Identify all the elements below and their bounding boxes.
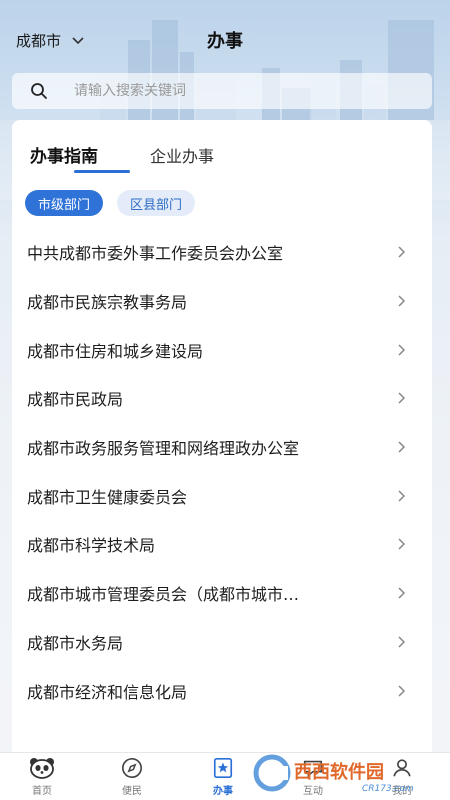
chevron-right-icon: [398, 538, 406, 550]
watermark-logo: 西西软件园 CR173.com: [253, 754, 414, 794]
chevron-right-icon: [398, 636, 406, 648]
list-item[interactable]: 成都市政务服务管理和网络理政办公室: [12, 423, 432, 472]
list-item-label: 成都市水务局: [27, 633, 124, 653]
list-item-label: 成都市民政局: [27, 390, 124, 410]
content-card: 办事指南 企业办事 市级部门 区县部门 中共成都市委外事工作委员会办公室 成都市…: [12, 120, 432, 760]
compass-icon: [122, 758, 142, 778]
department-filter: 市级部门 区县部门: [25, 190, 196, 216]
list-item[interactable]: 成都市水务局: [12, 618, 432, 667]
list-item[interactable]: 成都市城市管理委员会（成都市城市…: [12, 569, 432, 618]
list-item[interactable]: 成都市卫生健康委员会: [12, 471, 432, 520]
search-bar[interactable]: [12, 73, 432, 109]
list-item[interactable]: 成都市经济和信息化局: [12, 666, 432, 715]
chip-district-level[interactable]: 区县部门: [117, 190, 196, 216]
tab-label: 办事: [213, 786, 233, 797]
tab-label: 便民: [122, 786, 142, 797]
tab-services[interactable]: 办事: [193, 757, 253, 797]
chevron-right-icon: [398, 295, 406, 307]
header: 成都市 办事: [0, 0, 450, 72]
tab-bar: 办事指南 企业办事: [12, 120, 432, 176]
active-tab-indicator: [74, 170, 130, 173]
list-item-label: 成都市民族宗教事务局: [27, 293, 188, 313]
chevron-right-icon: [398, 685, 406, 697]
chevron-right-icon: [398, 587, 406, 599]
page-title: 办事: [207, 31, 243, 52]
tab-service-guide[interactable]: 办事指南: [30, 142, 98, 167]
tab-home[interactable]: 首页: [12, 757, 72, 797]
panda-icon: [30, 758, 54, 779]
list-item-label: 成都市卫生健康委员会: [27, 487, 188, 507]
list-item[interactable]: 成都市民族宗教事务局: [12, 277, 432, 326]
list-item-label: 成都市城市管理委员会（成都市城市…: [27, 585, 300, 605]
chevron-right-icon: [398, 246, 406, 258]
list-item[interactable]: 成都市住房和城乡建设局: [12, 325, 432, 374]
watermark-brand: 西西软件园: [294, 761, 384, 783]
tab-convenience[interactable]: 便民: [102, 757, 162, 797]
list-item-label: 中共成都市委外事工作委员会办公室: [27, 244, 284, 264]
watermark-site: CR173.com: [362, 784, 414, 794]
list-item-label: 成都市经济和信息化局: [27, 682, 188, 702]
star-bookmark-icon: [213, 758, 233, 778]
list-item[interactable]: 中共成都市委外事工作委员会办公室: [12, 228, 432, 277]
chip-city-level[interactable]: 市级部门: [25, 190, 104, 216]
tab-label: 首页: [32, 786, 52, 797]
chevron-right-icon: [398, 441, 406, 453]
search-input[interactable]: [74, 83, 374, 99]
chevron-right-icon: [398, 490, 406, 502]
list-item-label: 成都市科学技术局: [27, 536, 156, 556]
search-icon: [31, 83, 47, 99]
list-item-label: 成都市住房和城乡建设局: [27, 341, 204, 361]
department-list: 中共成都市委外事工作委员会办公室 成都市民族宗教事务局 成都市住房和城乡建设局 …: [12, 228, 432, 715]
chevron-right-icon: [398, 392, 406, 404]
list-item-label: 成都市政务服务管理和网络理政办公室: [27, 439, 300, 459]
chevron-right-icon: [398, 344, 406, 356]
list-item[interactable]: 成都市科学技术局: [12, 520, 432, 569]
list-item[interactable]: 成都市民政局: [12, 374, 432, 423]
tab-enterprise-services[interactable]: 企业办事: [150, 143, 214, 167]
